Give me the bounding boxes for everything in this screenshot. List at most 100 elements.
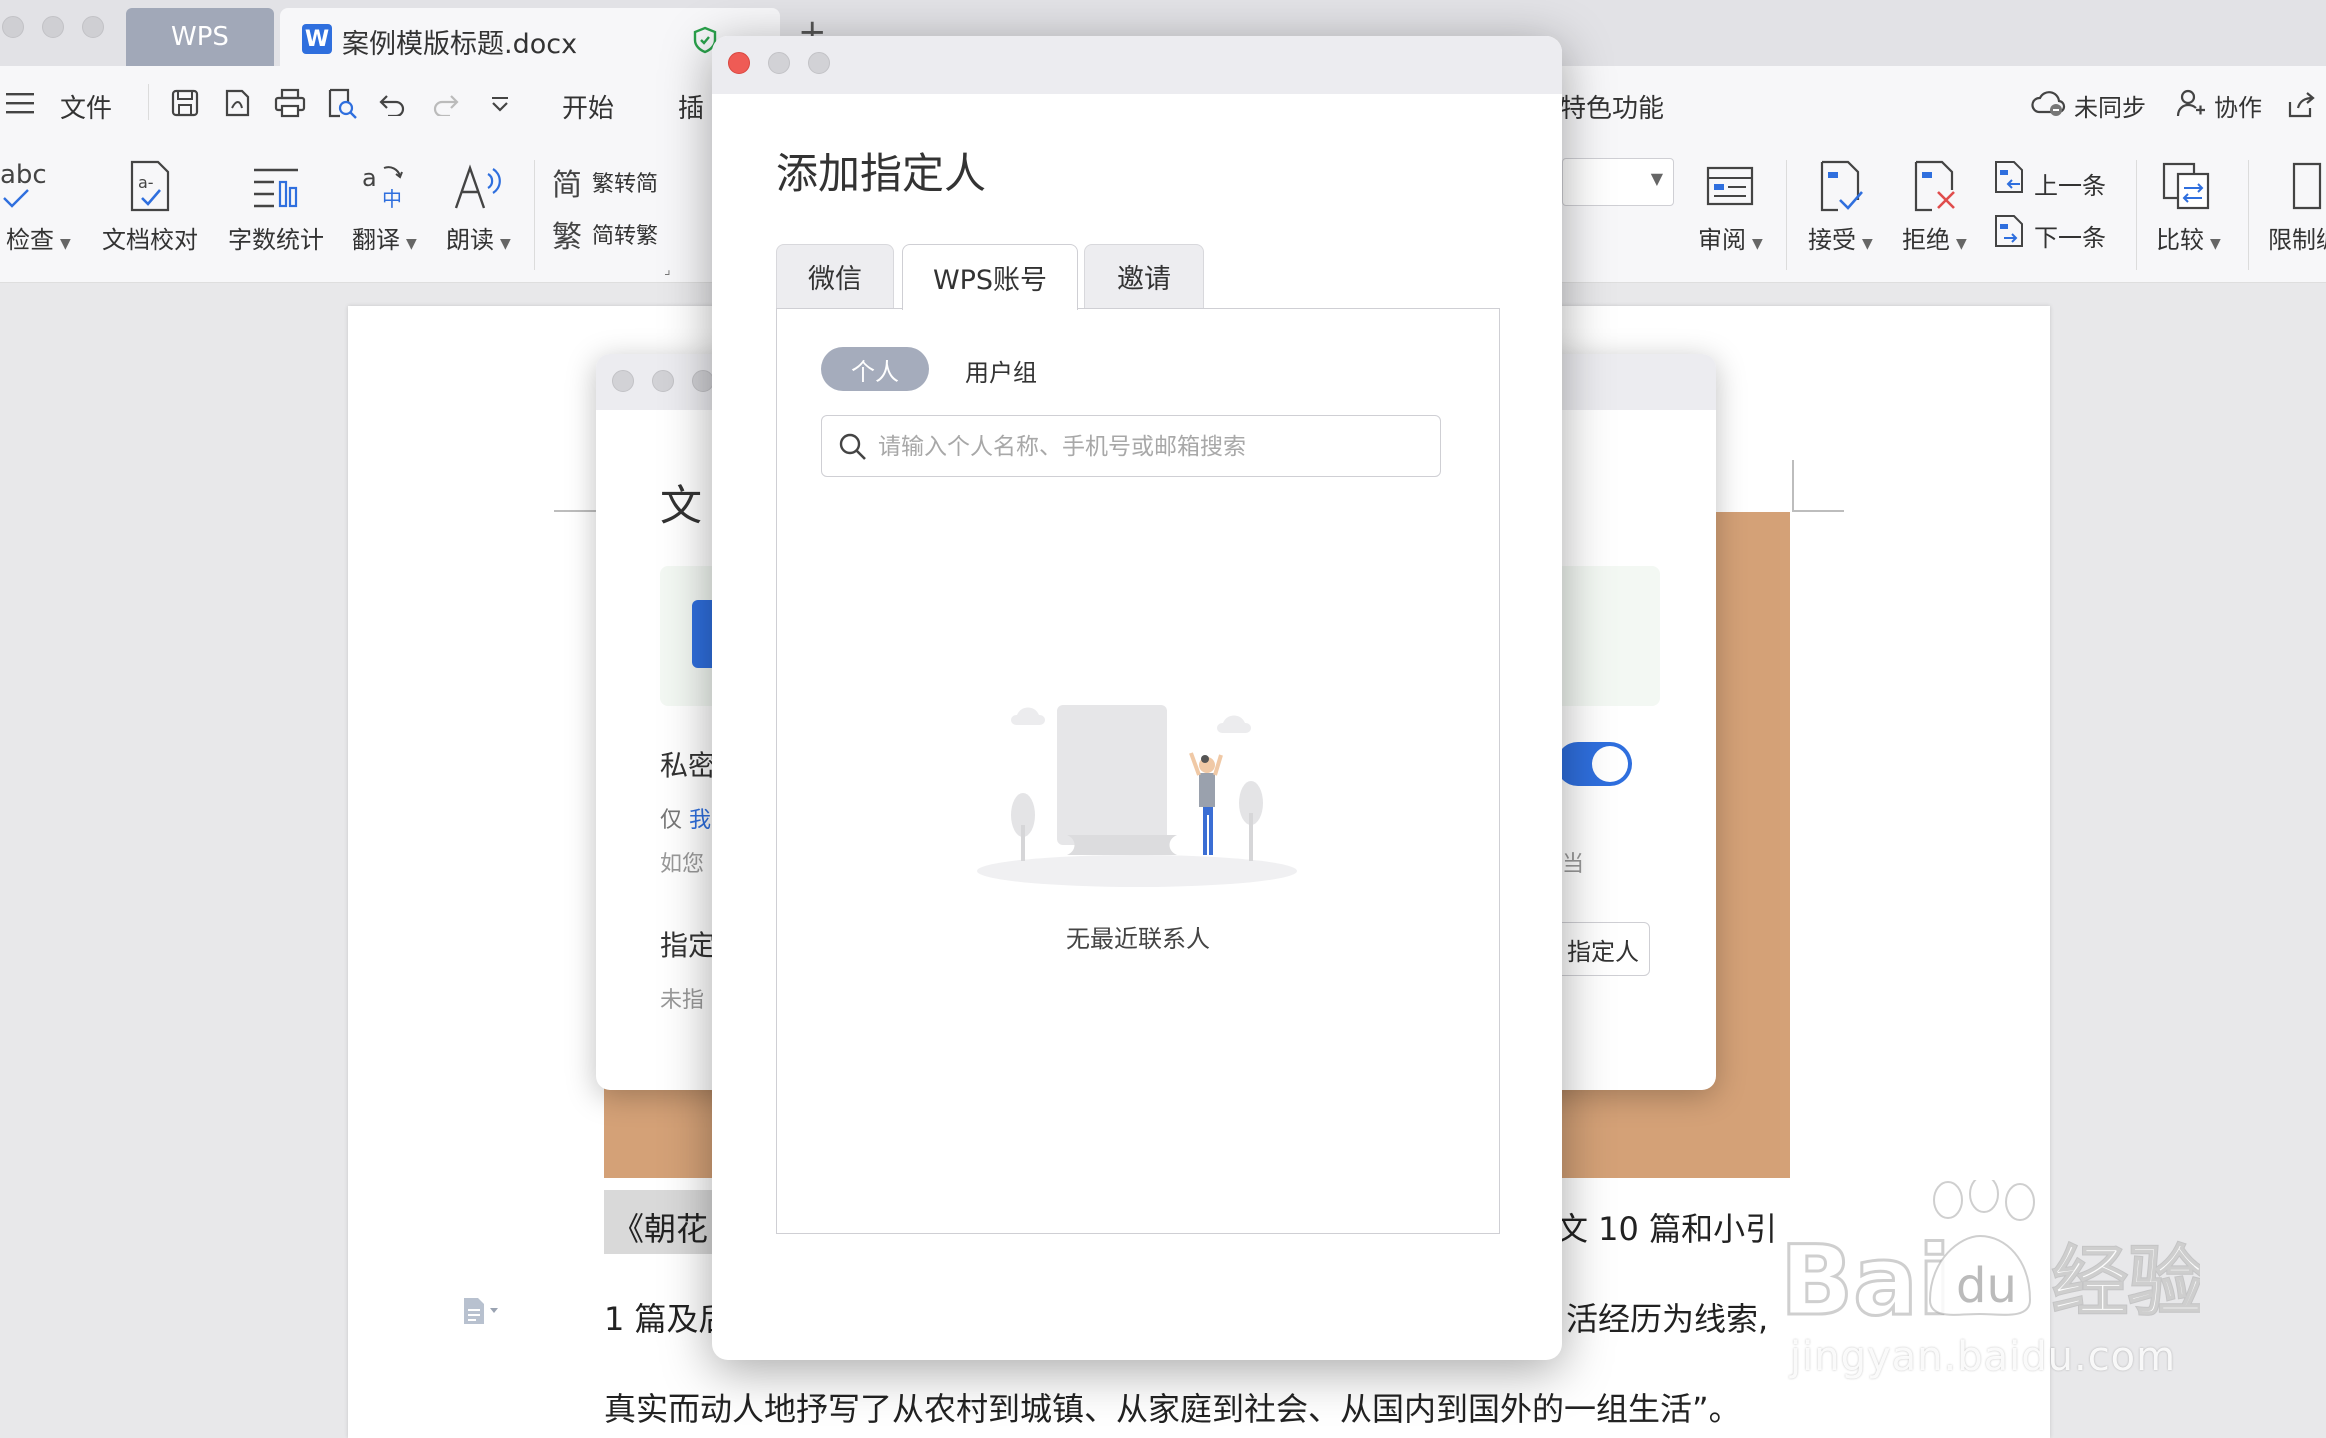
ribbon-accept-button[interactable]: 接受 ▼ [1808,220,1873,255]
svg-text:中: 中 [382,187,402,211]
doc-line-3: 真实而动人地抒写了从农村到城镇、从家庭到社会、从国内到国外的一组生活”。 [604,1390,1741,1428]
share-icon[interactable] [2286,90,2316,118]
empty-state-text: 无最近联系人 [1066,925,1210,953]
tab-wps-account[interactable]: WPS账号 [902,244,1078,310]
search-input[interactable] [876,426,1420,468]
ribbon-review-label: 审阅 [1698,226,1746,254]
divider [1786,160,1787,270]
svg-text:经验: 经验 [2052,1237,2200,1326]
designated-section-title: 指定 [660,929,717,962]
ribbon-compare-label: 比较 [2156,226,2204,254]
read-aloud-icon [452,162,504,212]
margin-corner-mark [1792,460,1794,512]
hamburger-icon[interactable] [6,92,34,114]
trad-char-icon: 简 [552,168,582,203]
window-minimize-dot[interactable] [42,16,64,38]
dialog-minimize-dot [768,52,790,74]
add-designated-person-dialog: 添加指定人 微信 WPS账号 邀请 个人 用户组 请输入个人名称、手机号或邮箱搜… [712,36,1562,1360]
contacts-panel: 个人 用户组 无最近联系人 [776,308,1500,1234]
dialog-title: 添加指定人 [776,149,987,198]
ribbon-reject-button[interactable]: 拒绝 ▼ [1902,220,1967,255]
expand-corner-icon[interactable]: ⌟ [664,262,671,278]
window-zoom-dot[interactable] [692,370,714,392]
reject-change-icon [1912,160,1958,212]
dialog-close-button[interactable] [728,52,750,74]
ribbon-word-count-button[interactable]: 字数统计 [228,220,324,255]
segment-personal[interactable]: 个人 [821,347,929,391]
ribbon-read-aloud-button[interactable]: 朗读 ▼ [446,220,511,255]
simp-char-icon: 繁 [552,220,582,255]
collaborate-icon[interactable] [2176,88,2206,118]
previous-change-icon [1992,160,2026,194]
svg-text:a-: a- [138,173,154,192]
window-close-dot[interactable] [612,370,634,392]
svg-text:du: du [1956,1258,2017,1314]
empty-state-illustration [967,675,1307,895]
tab-wps-home[interactable]: WPS [126,8,274,66]
doc-line-1-right: 文 10 篇和小引 [1556,1210,1778,1248]
dialog-header [712,36,1562,94]
restrict-edit-icon [2290,162,2326,210]
window-close-dot[interactable] [2,16,24,38]
ribbon-doc-proof-button[interactable]: 文档校对 [102,220,198,255]
ribbon-check-button[interactable]: 检查 ▼ [6,220,71,255]
window-minimize-dot[interactable] [652,370,674,392]
ribbon-simp-to-trad-button[interactable]: 简转繁 [592,218,658,250]
ribbon-reject-label: 拒绝 [1902,226,1950,254]
translate-icon: a中 [360,162,410,212]
divider [2136,160,2137,270]
ribbon-review-button[interactable]: 审阅 ▼ [1698,220,1763,255]
search-box [821,415,1441,477]
ribbon-restrict-edit-button[interactable]: 限制编 [2268,220,2326,255]
divider [2248,160,2249,270]
ribbon-check-label: 检查 [6,226,54,254]
tab-wechat[interactable]: 微信 [776,244,894,308]
save-icon[interactable] [170,88,200,118]
print-icon[interactable] [274,88,306,118]
private-section-title: 私密 [660,749,717,782]
menu-file[interactable]: 文件 [60,88,112,125]
paragraph-menu-icon[interactable] [462,1296,502,1326]
ribbon-translate-button[interactable]: 翻译 ▼ [352,220,417,255]
only-me-prefix: 仅 [660,808,683,833]
private-toggle[interactable] [1556,742,1632,786]
ribbon-compare-button[interactable]: 比较 ▼ [2156,220,2221,255]
margin-corner-mark [1792,510,1844,512]
tab-invite[interactable]: 邀请 [1084,244,1204,308]
tab-document[interactable]: W 案例模版标题.docx [280,8,780,66]
dialog-title: 文 [660,481,703,530]
ribbon-translate-label: 翻译 [352,226,400,254]
spell-check-icon: abc [0,160,47,190]
window-zoom-dot[interactable] [82,16,104,38]
menu-insert[interactable]: 插 [678,88,704,125]
menu-start[interactable]: 开始 [562,88,614,125]
divider [534,160,535,270]
style-dropdown[interactable]: ▼ [1562,158,1674,206]
ribbon-prev-item-button[interactable]: 上一条 [2034,166,2106,201]
svg-text:a: a [362,164,377,192]
svg-text:Bai: Bai [1780,1225,1951,1330]
segment-user-group[interactable]: 用户组 [965,353,1037,388]
print-preview-icon[interactable] [326,88,358,120]
collaborate-button[interactable]: 协作 [2214,88,2262,123]
cloud-unsynced-icon[interactable] [2030,88,2066,118]
export-pdf-icon[interactable] [222,88,252,118]
word-doc-icon: W [302,24,332,54]
compare-icon [2162,162,2212,210]
chevron-down-icon: ▼ [1650,169,1663,188]
accept-change-icon [1818,160,1864,212]
ribbon-read-aloud-label: 朗读 [446,226,494,254]
only-me-link[interactable]: 我 [689,808,711,833]
toggle-knob [1592,746,1628,782]
redo-icon[interactable] [432,92,460,116]
undo-icon[interactable] [378,92,406,116]
dialog-zoom-dot [808,52,830,74]
customize-chevron-icon[interactable] [490,96,510,112]
menu-special-features[interactable]: 特色功能 [1560,88,1664,125]
right-hint-text: 当 [1562,852,1585,877]
ribbon-trad-to-simp-button[interactable]: 繁转简 [592,166,658,198]
search-icon [838,432,868,462]
checkmark-icon [2,188,32,210]
ribbon-next-item-button[interactable]: 下一条 [2034,218,2106,253]
sync-status[interactable]: 未同步 [2074,88,2146,123]
